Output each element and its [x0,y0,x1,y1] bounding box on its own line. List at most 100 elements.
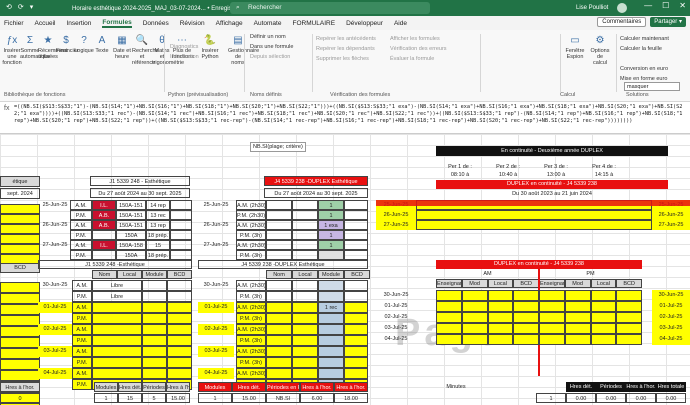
quick-access-toolbar: ⟲ ⟳ ▾ [6,3,33,11]
ribbon-item-11[interactable]: Calculer maintenant [620,36,669,42]
block2-name [266,250,292,260]
block3-date-left: 02-Jul-25 [384,314,408,320]
document-title[interactable]: Horaire esthétique 2024-2025_MAJ_03-07-2… [72,5,243,12]
tab-fichier[interactable]: Fichier [4,20,24,27]
tab-formules[interactable]: Formules [102,19,132,28]
block1-name [92,335,142,346]
minimize-button[interactable]: — [644,1,652,10]
block2-bcd [344,200,368,210]
ribbon-item-6[interactable]: Repérer les dépendants [316,46,375,52]
footer-left-head: Hres à l'hor. [0,382,40,392]
block3-col-header: Mod [564,279,591,288]
ribbon-item-1[interactable]: Initialisation [170,54,199,60]
ribbon-item-9[interactable]: Vérification des erreurs [390,46,447,52]
ribbon-item-7[interactable]: Supprimer les flèches [316,56,369,62]
avatar[interactable] [617,3,627,13]
period-label: Per 1 de : [448,164,472,170]
ribbon-button-1[interactable]: Σ Somme automatique [20,34,50,60]
left-yellow-cell [0,254,40,264]
block3-red-strip [376,200,690,206]
ribbon-button-7[interactable]: 🔍 Recherche et référence [132,34,159,66]
fx-icon[interactable]: fx [4,105,9,112]
ribbon-button-2[interactable]: ★ Récemment utilisées [38,34,68,60]
ribbon-item-12[interactable]: Calculer la feuille [620,46,662,52]
tab-automate[interactable]: Automate [254,20,282,27]
ribbon-item-4[interactable]: Depuis sélection [250,54,290,60]
block1-period: A.M. [70,200,92,210]
block1-bcd [167,291,192,302]
block2-local [292,368,318,379]
ribbon-button-8[interactable]: θ Maths et trigonométrie [152,34,184,66]
block2-date: 27-Jun-25 [203,242,229,248]
redo-icon[interactable]: ⟳ [18,3,24,11]
block2-bcd [344,220,368,230]
tab-accueil[interactable]: Accueil [35,20,56,27]
footer-minutes-val: 0.00 [596,393,626,403]
block2-name [266,346,292,357]
share-button[interactable]: Partager ▾ [650,17,686,27]
ribbon-button-11[interactable]: ▤Gestionnaire de noms [228,34,259,66]
block2-date: 26-Jun-25 [203,222,229,228]
footer-minutes-val: 0.00 [656,393,686,403]
ribbon-button-icon: $ [63,35,69,46]
block1-local [142,324,167,335]
undo-icon[interactable]: ⟲ [6,3,12,11]
ribbon-item-5[interactable]: Repérer les antécédents [316,36,376,42]
block1-name: Libre [92,291,142,302]
ribbon-button-12[interactable]: ▭ Fenêtre Espion [565,34,585,60]
ribbon-button-10[interactable]: 🐍 Insérer Python [200,34,220,60]
ribbon-button-icon: ▦ [117,35,127,46]
block2-period: A.M. (2h30) [236,240,266,250]
ribbon-button-icon: A [98,35,106,46]
footer-mid-head: Hres dét. [118,382,142,392]
block1-col-header: BCD [167,270,192,279]
block1-name: Libre [92,280,142,291]
ribbon-item-10[interactable]: Évaluer la formule [390,56,434,62]
block2-name [266,220,292,230]
customize-qat-icon[interactable]: ▾ [30,3,34,11]
ribbon-button-3[interactable]: $ Financier [56,34,79,54]
comments-button[interactable]: Commentaires [597,17,647,27]
block3-date-left: 30-Jun-25 [383,292,409,298]
search-box[interactable]: ⌕ Rechercher [230,2,430,14]
block2-name [266,368,292,379]
ribbon-item-8[interactable]: Afficher les formules [390,36,440,42]
tab-developpeur[interactable]: Développeur [346,20,383,27]
block1-period: P.M. [72,291,92,302]
ribbon-button-icon: ? [81,35,87,46]
ribbon-button-5[interactable]: A Texte [92,34,112,54]
block2-module: 1 [318,230,344,240]
close-button[interactable]: ✕ [679,1,686,10]
block1-bcd [170,210,192,220]
tab-revision[interactable]: Révision [180,20,205,27]
ribbon-item-3[interactable]: Dans une formule [250,44,293,50]
block1-module: 15 [146,240,170,250]
euro-select[interactable]: masquer [624,82,680,91]
tab-affichage[interactable]: Affichage [216,20,243,27]
block3-cell [461,301,488,312]
tab-aide[interactable]: Aide [394,20,407,27]
formula-input[interactable]: =((NB.SI($S13:S$33;"1")-(NB.SI(S14;"1")+… [14,104,686,125]
ribbon-item-2[interactable]: Définir un nom [250,34,286,40]
block3-date-left: 26-Jun-25 [376,210,416,220]
user-name[interactable]: Lise Poulliot [576,5,608,11]
footer-red-head: Modules [198,382,232,392]
ribbon-button-13[interactable]: ⚙ Options de calcul [590,34,610,66]
ribbon-group-label-5: Solutions [626,92,649,98]
block2-name [266,302,292,313]
ribbon-button-6[interactable]: ▦ Date et heure [112,34,132,60]
ribbon-button-0[interactable]: ƒx Insérer une fonction [2,34,22,66]
block2-period: P.M. (3h) [236,230,266,240]
block1-period: A.M. [72,324,92,335]
block2-period: A.M. (2h30) [236,200,266,210]
block1-date: 30-Jun-25 [42,282,68,288]
ribbon-item-0[interactable]: Diagnostics [170,44,198,50]
worksheet-grid[interactable]: étique sept. 2024 BCD J1 5339 248 - Esthéti… [0,134,690,405]
tab-donnees[interactable]: Données [143,20,169,27]
footer-red-val: 1 [198,393,232,403]
tab-formulaire[interactable]: FORMULAIRE [292,20,335,27]
tab-insertion[interactable]: Insertion [66,20,91,27]
maximize-button[interactable]: ☐ [662,1,669,10]
ribbon-item-13[interactable]: Conversion en euro [620,66,668,72]
ribbon-button-4[interactable]: ? Logique [74,34,94,54]
